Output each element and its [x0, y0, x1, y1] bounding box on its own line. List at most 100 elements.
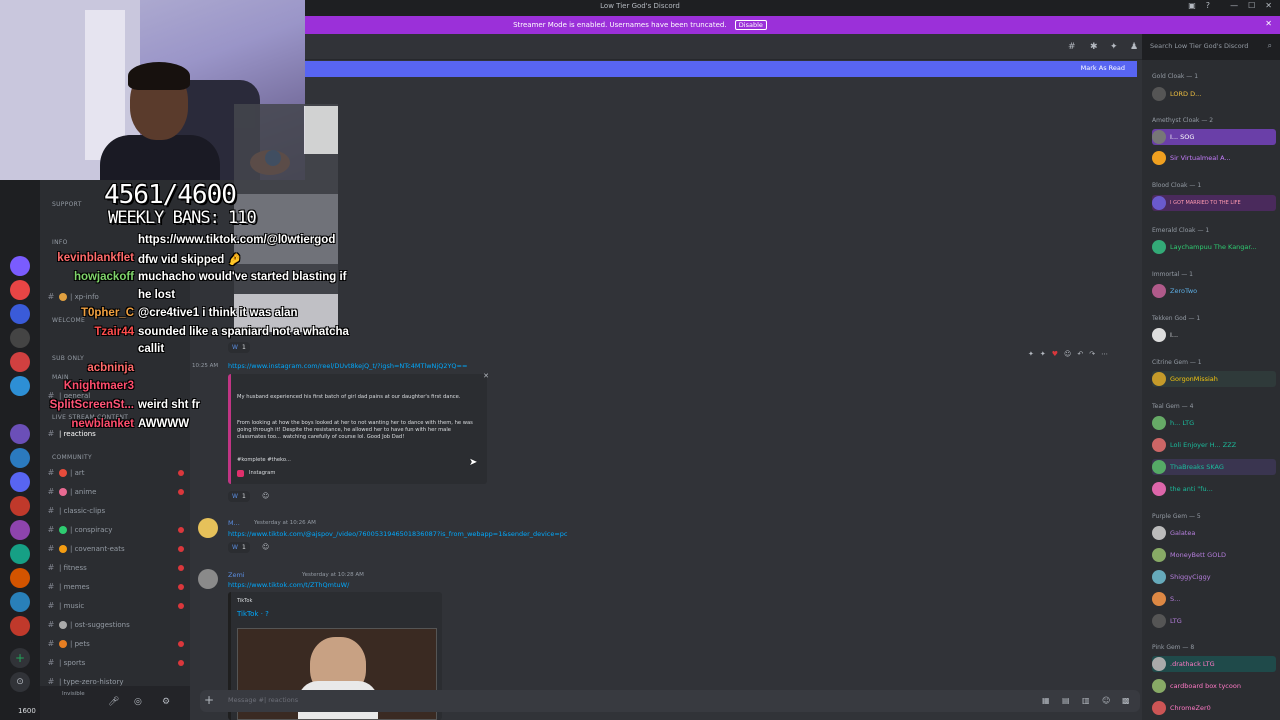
category-community[interactable]: COMMUNITY — [52, 454, 92, 461]
reaction-pill[interactable]: W 1 — [228, 342, 250, 353]
reaction-pill[interactable]: W 1 — [228, 542, 250, 553]
hash-icon: # — [47, 506, 55, 515]
server-icon[interactable] — [10, 472, 30, 492]
member-item[interactable]: Loli Enjoyer H... ZZZ — [1152, 437, 1276, 453]
member-item[interactable]: Sir Virtualmeal A... — [1152, 150, 1276, 166]
message-input[interactable]: Message #| reactions — [228, 696, 298, 704]
close-window-icon[interactable]: ✕ — [1265, 1, 1272, 10]
channel-sports[interactable]: # | sports — [46, 654, 184, 671]
close-banner-icon[interactable]: ✕ — [1265, 19, 1272, 28]
server-icon[interactable] — [10, 496, 30, 516]
channel-memes[interactable]: # | memes — [46, 578, 184, 595]
member-item[interactable]: LTG — [1152, 613, 1276, 629]
channel-music[interactable]: # | music — [46, 597, 184, 614]
message-author[interactable]: M... — [228, 519, 240, 527]
message-link[interactable]: https://www.tiktok.com/@ajspov_/video/76… — [228, 530, 568, 538]
channel-art[interactable]: # | art — [46, 464, 184, 481]
sticker-icon[interactable]: ▥ — [1082, 696, 1090, 705]
add-server-icon[interactable]: + — [10, 648, 30, 668]
channel-classic-clips[interactable]: # | classic-clips — [46, 502, 184, 519]
search-input[interactable]: Search Low Tier God's Discord — [1150, 42, 1248, 50]
member-item[interactable]: I... — [1152, 327, 1276, 343]
mark-as-read-button[interactable]: Mark As Read — [1081, 64, 1125, 72]
member-item[interactable]: Laychampuu The Kangar... — [1152, 239, 1276, 255]
member-item[interactable]: I GOT MARRIED TO THE LIFE — [1152, 195, 1276, 211]
server-icon[interactable] — [10, 448, 30, 468]
author-name: M... — [228, 519, 240, 527]
notification-bell-icon[interactable]: ✱ — [1090, 42, 1098, 52]
category-sub-only[interactable]: SUB ONLY — [52, 355, 84, 362]
more-options-icon[interactable]: ⋯ — [1101, 350, 1108, 358]
reaction-icon[interactable]: ✦ — [1040, 350, 1046, 358]
emoji-picker-icon[interactable]: ☺ — [1102, 696, 1110, 705]
reaction-pill[interactable]: W 1 — [228, 491, 250, 502]
settings-gear-icon[interactable]: ⚙ — [162, 697, 170, 707]
help-icon[interactable]: ? — [1206, 1, 1210, 10]
message-author[interactable]: Zemi — [228, 571, 245, 579]
threads-icon[interactable]: # — [1068, 42, 1076, 52]
member-item[interactable]: LORD D... — [1152, 86, 1276, 102]
minimize-icon[interactable]: — — [1230, 1, 1238, 10]
search-box[interactable]: Search Low Tier God's Discord ⌕ — [1150, 41, 1276, 54]
message-composer[interactable]: + Message #| reactions ▦ ▤ ▥ ☺ ▩ — [200, 690, 1140, 712]
channel-name: | sports — [59, 658, 86, 667]
add-reaction-icon[interactable]: ☺ — [262, 543, 269, 551]
avatar — [1152, 592, 1166, 606]
member-item[interactable]: ThaBreaks SKAG — [1152, 459, 1276, 475]
member-item[interactable]: I... SOG — [1152, 129, 1276, 145]
channel-pets[interactable]: # | pets — [46, 635, 184, 652]
member-item[interactable]: GorgonMissiah — [1152, 371, 1276, 387]
reaction-icon[interactable]: ♥ — [1052, 350, 1058, 358]
embed-title[interactable]: TikTok · ? — [237, 610, 269, 618]
gif-icon[interactable]: ▤ — [1062, 696, 1070, 705]
disable-streamer-mode-button[interactable]: Disable — [734, 20, 767, 30]
channel-fitness[interactable]: # | fitness — [46, 559, 184, 576]
apps-icon[interactable]: ▩ — [1122, 696, 1130, 705]
maximize-icon[interactable]: ☐ — [1248, 1, 1255, 10]
add-reaction-icon[interactable]: ☺ — [1064, 350, 1071, 358]
member-item[interactable]: ZeroTwo — [1152, 283, 1276, 299]
channel-covenant-eats[interactable]: # | covenant-eats — [46, 540, 184, 557]
add-reaction-icon[interactable]: ☺ — [262, 492, 269, 500]
discover-icon[interactable]: ⊙ — [10, 672, 30, 692]
server-icon[interactable] — [10, 616, 30, 636]
inbox-icon[interactable]: ▣ — [1188, 1, 1196, 10]
pin-icon[interactable]: ✦ — [1110, 42, 1118, 52]
member-list-icon[interactable]: ♟ — [1130, 42, 1138, 52]
avatar[interactable] — [198, 569, 218, 589]
channel-ost-suggestions[interactable]: # | ost-suggestions — [46, 616, 184, 633]
reply-icon[interactable]: ↶ — [1077, 350, 1083, 358]
message-link[interactable]: https://www.tiktok.com/t/ZThQmtuW/ — [228, 581, 349, 589]
channel-type-zero-history[interactable]: # | type-zero-history — [46, 673, 184, 686]
server-icon[interactable] — [10, 592, 30, 612]
forward-icon[interactable]: ↷ — [1089, 350, 1095, 358]
member-item[interactable]: cardboard box tycoon — [1152, 678, 1276, 694]
server-icon[interactable] — [10, 568, 30, 588]
channel-anime[interactable]: # | anime — [46, 483, 184, 500]
message-link[interactable]: https://www.instagram.com/reel/DUvt8kejQ… — [228, 362, 467, 370]
microphone-icon[interactable]: 🎤︎ — [108, 697, 119, 707]
new-messages-bar[interactable]: Mark As Read — [305, 61, 1137, 77]
stream-chat-line: SplitScreenSt... weird sht fr — [8, 399, 200, 411]
reaction-icon[interactable]: ✦ — [1028, 350, 1034, 358]
member-item[interactable]: S... — [1152, 591, 1276, 607]
attach-plus-icon[interactable]: + — [204, 693, 214, 707]
headphones-icon[interactable]: ◎ — [134, 697, 142, 707]
member-item[interactable]: h... LTG — [1152, 415, 1276, 431]
server-icon[interactable] — [10, 544, 30, 564]
channel-conspiracy[interactable]: # | conspiracy — [46, 521, 184, 538]
member-item[interactable]: ChromeZer0 — [1152, 700, 1276, 716]
channel-emoji — [59, 525, 67, 534]
member-item[interactable]: .drathack LTG — [1152, 656, 1276, 672]
avatar[interactable] — [198, 518, 218, 538]
remove-embed-icon[interactable]: ✕ — [483, 372, 489, 380]
member-item[interactable]: MoneyBett GOLD — [1152, 547, 1276, 563]
avatar — [1152, 328, 1166, 342]
gift-icon[interactable]: ▦ — [1042, 696, 1050, 705]
member-item[interactable]: ShiggyCiggy — [1152, 569, 1276, 585]
member-item[interactable]: the anti "fu... — [1152, 481, 1276, 497]
member-name: ShiggyCiggy — [1170, 573, 1211, 581]
server-icon[interactable] — [10, 520, 30, 540]
member-item[interactable]: Galatea — [1152, 525, 1276, 541]
category-support[interactable]: SUPPORT — [52, 201, 82, 208]
